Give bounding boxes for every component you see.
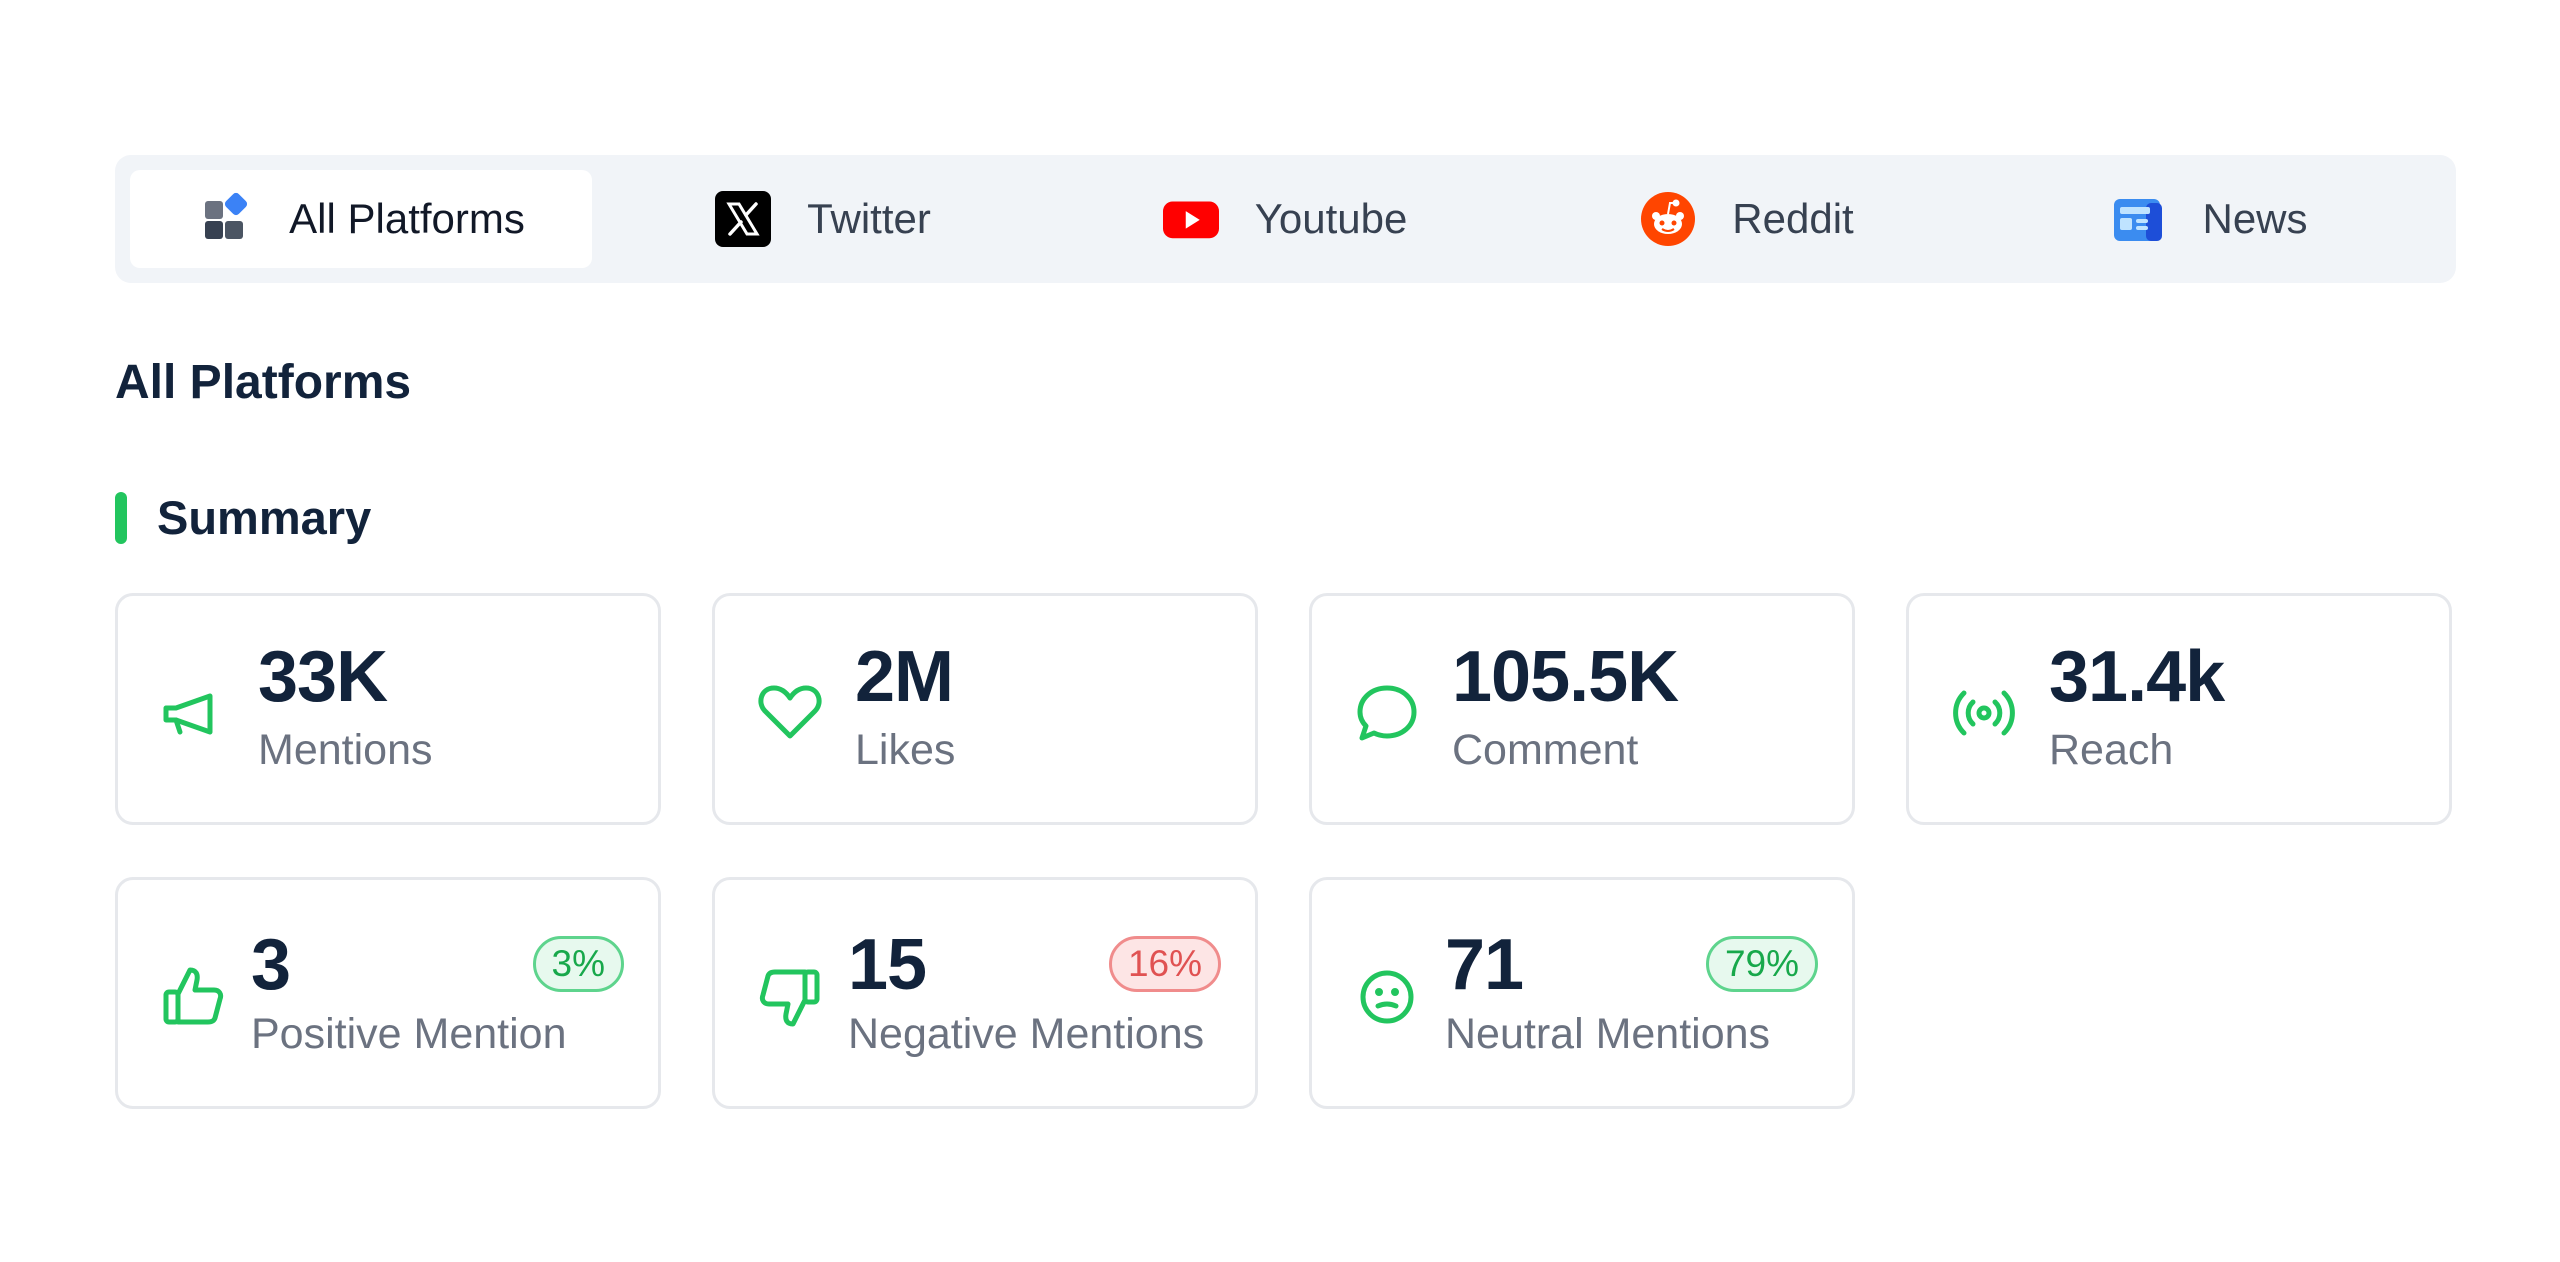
- neutral-value: 71: [1445, 925, 1524, 1005]
- likes-card: 2M Likes: [712, 593, 1258, 825]
- dashboard-page: All Platforms Twitter Youtube Reddit New…: [0, 0, 2560, 1262]
- comment-value: 105.5K: [1452, 637, 1679, 717]
- neutral-label: Neutral Mentions: [1445, 1010, 1771, 1058]
- negative-mentions-card: 15 16% Negative Mentions: [712, 877, 1258, 1109]
- comment-card: 105.5K Comment: [1309, 593, 1855, 825]
- news-icon: [2110, 191, 2166, 247]
- youtube-icon: [1162, 191, 1219, 247]
- neutral-face-icon: [1352, 962, 1422, 1032]
- mentions-card: 33K Mentions: [115, 593, 661, 825]
- positive-mention-card: 3 3% Positive Mention: [115, 877, 661, 1109]
- likes-value: 2M: [855, 637, 954, 717]
- neutral-percent-badge: 79%: [1705, 936, 1818, 992]
- section-accent-bar: [115, 491, 127, 544]
- tab-all-platforms[interactable]: All Platforms: [130, 170, 592, 268]
- tab-label: Twitter: [807, 195, 931, 242]
- likes-label: Likes: [855, 726, 956, 774]
- positive-percent-badge: 3%: [532, 936, 624, 992]
- tab-reddit[interactable]: Reddit: [1516, 170, 1978, 268]
- tab-news[interactable]: News: [1978, 170, 2440, 268]
- thumbs-up-icon: [158, 962, 228, 1032]
- all-platforms-icon: [197, 191, 253, 247]
- x-twitter-icon: [715, 191, 772, 247]
- broadcast-icon: [1949, 678, 2019, 748]
- reddit-icon: [1640, 191, 1696, 247]
- negative-label: Negative Mentions: [848, 1010, 1205, 1058]
- positive-label: Positive Mention: [251, 1010, 567, 1058]
- tab-label: Reddit: [1732, 195, 1854, 242]
- negative-value: 15: [848, 925, 927, 1005]
- mentions-value: 33K: [258, 637, 388, 717]
- tab-twitter[interactable]: Twitter: [592, 170, 1054, 268]
- reach-card: 31.4k Reach: [1906, 593, 2452, 825]
- neutral-mentions-card: 71 79% Neutral Mentions: [1309, 877, 1855, 1109]
- tab-label: Youtube: [1254, 195, 1408, 242]
- platform-tabs: All Platforms Twitter Youtube Reddit New…: [115, 155, 2456, 283]
- megaphone-icon: [158, 678, 228, 748]
- comment-label: Comment: [1452, 726, 1639, 774]
- reach-label: Reach: [2049, 726, 2174, 774]
- tab-youtube[interactable]: Youtube: [1054, 170, 1516, 268]
- positive-value: 3: [251, 925, 291, 1005]
- tab-label: All Platforms: [289, 195, 525, 242]
- page-title: All Platforms: [115, 356, 412, 409]
- section-title: Summary: [157, 491, 372, 544]
- heart-icon: [755, 678, 825, 748]
- summary-section-header: Summary: [115, 490, 371, 545]
- reach-value: 31.4k: [2049, 637, 2225, 717]
- thumbs-down-icon: [755, 962, 825, 1032]
- tab-label: News: [2202, 195, 2308, 242]
- comment-icon: [1352, 678, 1422, 748]
- negative-percent-badge: 16%: [1108, 936, 1221, 992]
- mentions-label: Mentions: [258, 726, 433, 774]
